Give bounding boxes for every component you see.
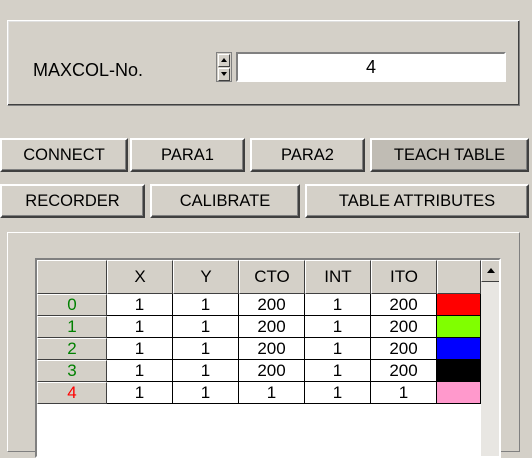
header-y: Y [173, 260, 239, 294]
cell-x[interactable]: 1 [107, 382, 173, 404]
cell-cto[interactable]: 200 [239, 294, 305, 316]
color-swatch[interactable] [437, 338, 481, 360]
tab-table-attributes[interactable]: TABLE ATTRIBUTES [305, 184, 529, 218]
tab-para2[interactable]: PARA2 [250, 138, 365, 172]
cell-y[interactable]: 1 [173, 360, 239, 382]
cell-int[interactable]: 1 [305, 360, 371, 382]
header-x: X [107, 260, 173, 294]
cell-y[interactable]: 1 [173, 316, 239, 338]
row-index[interactable]: 3 [37, 360, 107, 382]
tab-recorder[interactable]: RECORDER [0, 184, 145, 218]
table-corner-header [37, 260, 107, 294]
cell-ito[interactable]: 200 [371, 338, 437, 360]
row-index[interactable]: 1 [37, 316, 107, 338]
tab-connect[interactable]: CONNECT [0, 138, 128, 172]
cell-cto[interactable]: 200 [239, 360, 305, 382]
color-swatch[interactable] [437, 382, 481, 404]
color-swatch[interactable] [437, 360, 481, 382]
header-color [437, 260, 481, 294]
spin-down-icon[interactable] [218, 68, 230, 81]
spin-up-icon[interactable] [218, 54, 230, 67]
cell-int[interactable]: 1 [305, 294, 371, 316]
row-index[interactable]: 0 [37, 294, 107, 316]
maxcol-spinner[interactable] [216, 52, 232, 82]
cell-cto[interactable]: 200 [239, 316, 305, 338]
table-scrollbar[interactable] [481, 260, 499, 456]
cell-x[interactable]: 1 [107, 338, 173, 360]
cell-ito[interactable]: 200 [371, 360, 437, 382]
header-cto: CTO [239, 260, 305, 294]
cell-int[interactable]: 1 [305, 316, 371, 338]
tab-calibrate[interactable]: CALIBRATE [150, 184, 300, 218]
row-index[interactable]: 4 [37, 382, 107, 404]
teach-table-grid: X Y CTO INT ITO 0 1 1 200 1 200 1 1 1 200 1 200 2 1 1 2… [35, 258, 501, 458]
cell-ito[interactable]: 200 [371, 294, 437, 316]
maxcol-label: MAXCOL-No. [33, 60, 144, 80]
cell-int[interactable]: 1 [305, 382, 371, 404]
cell-x[interactable]: 1 [107, 294, 173, 316]
tab-para1[interactable]: PARA1 [130, 138, 245, 172]
cell-int[interactable]: 1 [305, 338, 371, 360]
header-int: INT [305, 260, 371, 294]
cell-ito[interactable]: 200 [371, 316, 437, 338]
cell-ito[interactable]: 1 [371, 382, 437, 404]
color-swatch[interactable] [437, 294, 481, 316]
cell-x[interactable]: 1 [107, 316, 173, 338]
cell-y[interactable]: 1 [173, 382, 239, 404]
cell-y[interactable]: 1 [173, 294, 239, 316]
cell-x[interactable]: 1 [107, 360, 173, 382]
cell-y[interactable]: 1 [173, 338, 239, 360]
color-swatch[interactable] [437, 316, 481, 338]
header-ito: ITO [371, 260, 437, 294]
cell-cto[interactable]: 200 [239, 338, 305, 360]
maxcol-input[interactable]: 4 [236, 52, 506, 82]
row-index[interactable]: 2 [37, 338, 107, 360]
scroll-up-icon[interactable] [481, 260, 499, 282]
tab-teach-table[interactable]: TEACH TABLE [370, 138, 529, 172]
cell-cto[interactable]: 1 [239, 382, 305, 404]
